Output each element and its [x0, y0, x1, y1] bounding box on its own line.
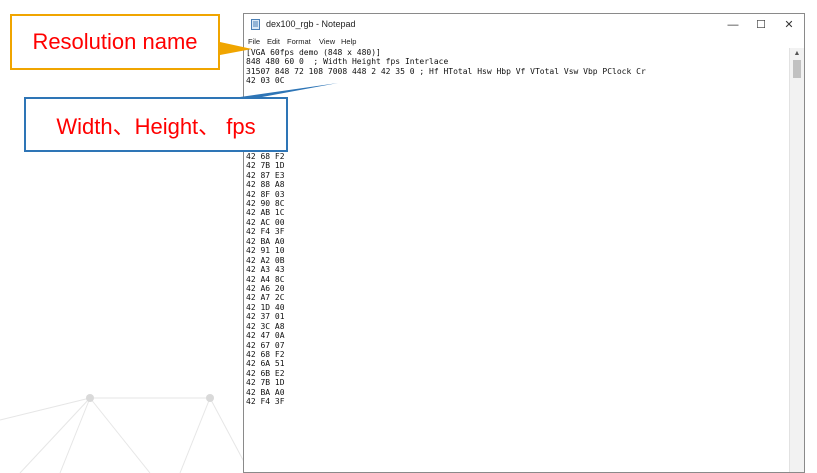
- close-button[interactable]: ✕: [775, 14, 803, 35]
- text-line: 42 A3 43: [246, 265, 285, 275]
- text-line: 42 88 A8: [246, 180, 285, 190]
- scroll-thumb[interactable]: [793, 60, 801, 78]
- menu-edit[interactable]: Edit: [267, 37, 280, 46]
- menu-help[interactable]: Help: [341, 37, 356, 46]
- text-line: 42 BA A0: [246, 387, 285, 397]
- resolution-name-callout: Resolution name: [10, 14, 220, 70]
- text-line: [246, 86, 791, 95]
- menu-view[interactable]: View: [319, 37, 335, 46]
- text-line: [246, 105, 791, 114]
- text-line: [VGA 60fps demo (848 x 480)]: [246, 48, 381, 57]
- text-line: 42 8F 03: [246, 189, 285, 199]
- text-line: 42 A6 20: [246, 283, 285, 293]
- text-line: 42 91 10: [246, 246, 285, 256]
- text-line: 42 F4 3F: [246, 397, 285, 407]
- text-line: 42 87 E3: [246, 170, 285, 180]
- vertical-scrollbar[interactable]: ▲: [789, 48, 804, 472]
- text-line: 42 F4 3F: [246, 227, 285, 237]
- text-line: 42 68 F2: [246, 151, 285, 161]
- text-line: 42 A2 0B: [246, 255, 285, 265]
- close-icon: ✕: [784, 19, 794, 31]
- text-line: 42 A4 8C: [246, 274, 285, 284]
- text-line: [246, 114, 791, 123]
- notepad-window: dex100_rgb - Notepad — ☐ ✕ File Edit For…: [243, 13, 805, 473]
- text-line: 42 7B 1D: [246, 378, 285, 388]
- width-height-fps-callout: Width、Height、 fps: [24, 97, 288, 152]
- text-line: 42 6A 51: [246, 359, 285, 369]
- text-line: [246, 124, 791, 133]
- text-line: 42 37 01: [246, 312, 285, 322]
- text-line: [246, 133, 791, 142]
- text-line: 42 AC 00: [246, 217, 285, 227]
- notepad-icon: [251, 19, 260, 30]
- text-line: 848 480 60 0 ; Width Height fps Interlac…: [246, 57, 449, 67]
- text-line: 42 3C A8: [246, 321, 285, 331]
- maximize-button[interactable]: ☐: [747, 14, 775, 35]
- minimize-button[interactable]: —: [719, 14, 747, 35]
- width-height-fps-label: Width、Height、 fps: [56, 113, 256, 139]
- resolution-name-label: Resolution name: [32, 29, 198, 54]
- text-line: 42 BA A0: [246, 236, 285, 246]
- text-line: 42 AB 1C: [246, 208, 285, 218]
- menu-format[interactable]: Format: [287, 37, 311, 46]
- text-line: 42 6B E2: [246, 368, 285, 378]
- window-title: dex100_rgb - Notepad: [266, 19, 356, 29]
- text-line: [246, 95, 791, 104]
- text-line: 42 90 8C: [246, 199, 285, 208]
- minimize-icon: —: [727, 18, 739, 31]
- text-line: 42 1D 40: [246, 302, 285, 312]
- text-line: 42 7B 1D: [246, 161, 285, 171]
- text-line: 31507 848 72 108 7008 448 2 42 35 0 ; Hf…: [246, 66, 646, 76]
- maximize-icon: ☐: [756, 19, 766, 31]
- scroll-up-icon[interactable]: ▲: [790, 48, 804, 59]
- text-line: 42 A7 2C: [246, 293, 285, 303]
- menu-file[interactable]: File: [248, 37, 260, 46]
- text-line: [246, 142, 791, 151]
- text-line: 42 67 07: [246, 340, 285, 350]
- menu-bar: File Edit Format View Help: [244, 36, 804, 48]
- text-line: 42 47 0A: [246, 331, 285, 341]
- text-editor[interactable]: [VGA 60fps demo (848 x 480)] 848 480 60 0…: [246, 48, 791, 472]
- title-bar[interactable]: dex100_rgb - Notepad — ☐ ✕: [244, 14, 804, 35]
- text-line: 42 68 F2: [246, 350, 285, 359]
- text-line: 42 03 0C: [246, 76, 285, 86]
